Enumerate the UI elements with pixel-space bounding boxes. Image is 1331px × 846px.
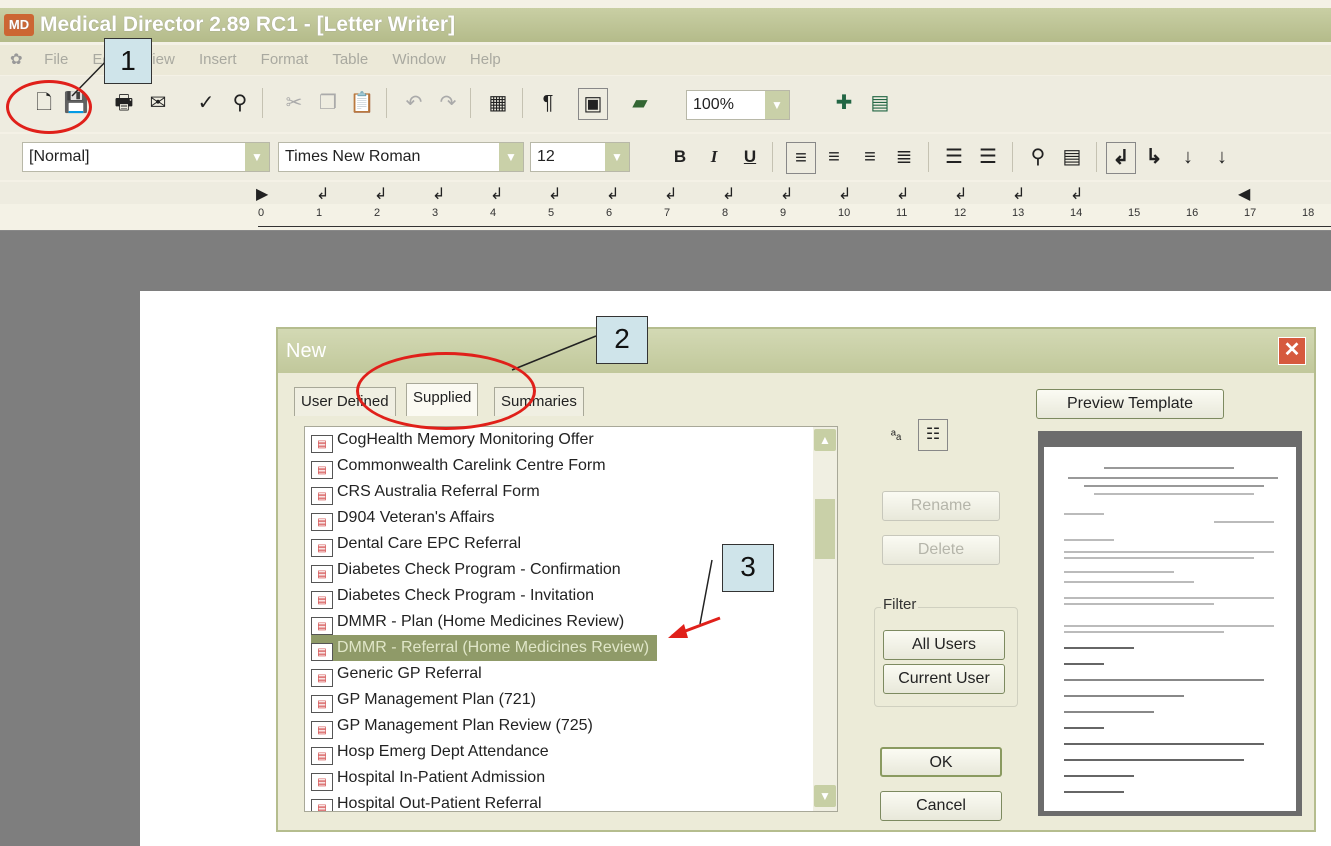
callout-3-leader — [699, 559, 713, 625]
highlight-ellipse-new — [6, 80, 92, 134]
callout-1: 1 — [104, 38, 152, 84]
callout-2: 2 — [596, 316, 648, 364]
callout-3: 3 — [722, 544, 774, 592]
highlight-ellipse-supplied — [356, 352, 536, 430]
red-arrow-head-icon — [668, 624, 688, 638]
annotation-lines — [71, 54, 721, 638]
callout-2-leader — [511, 335, 597, 371]
